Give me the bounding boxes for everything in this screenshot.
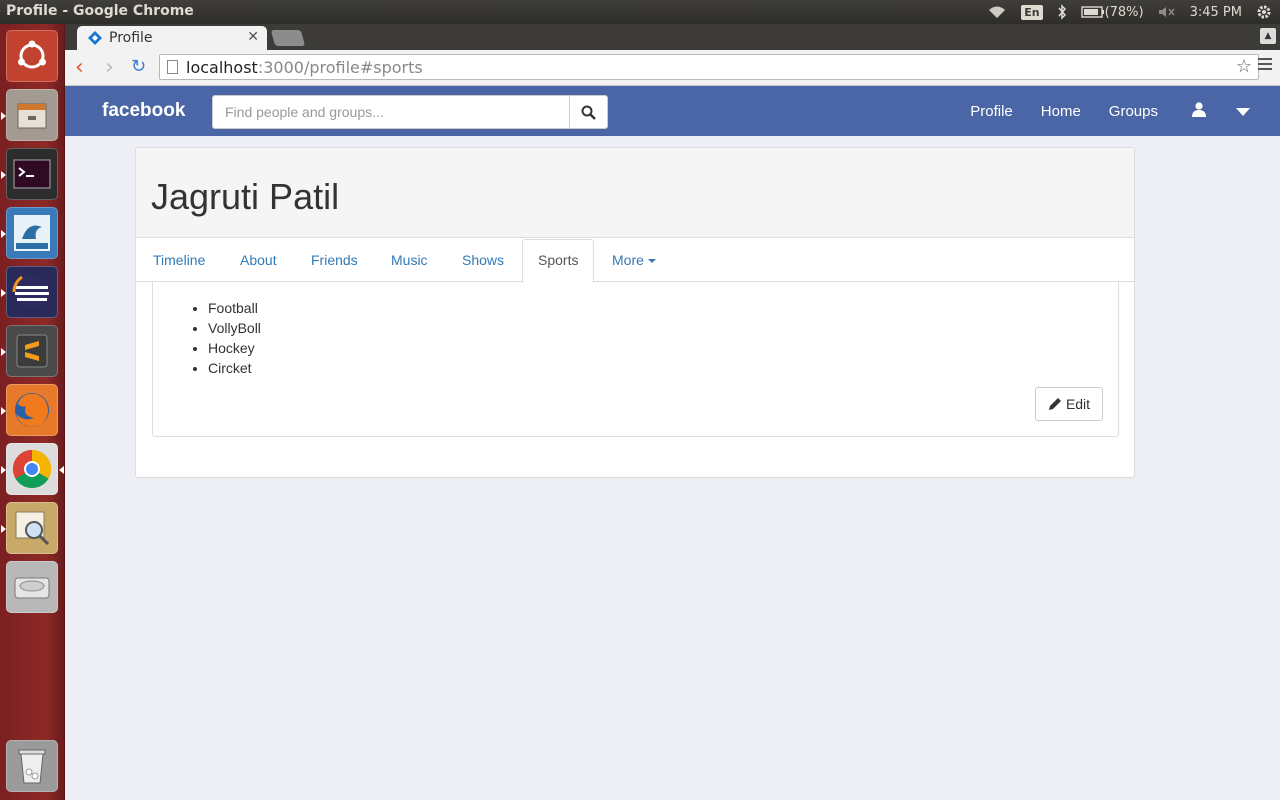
tab-title: Profile <box>109 30 153 46</box>
bookmark-star-icon[interactable]: ☆ <box>1236 56 1252 77</box>
tab-sports[interactable]: Sports <box>522 239 595 283</box>
google-chrome-icon[interactable] <box>1 443 64 495</box>
profile-header: Jagruti Patil <box>136 148 1134 238</box>
page-icon <box>167 60 178 74</box>
system-top-panel: Profile - Google Chrome En (78%) 3:45 PM <box>0 0 1280 24</box>
favicon-icon <box>88 31 102 45</box>
system-monitor-icon[interactable] <box>1 502 58 554</box>
disk-drive-icon[interactable] <box>6 561 58 613</box>
list-item: Hockey <box>208 338 261 358</box>
nav-link-home[interactable]: Home <box>1027 103 1095 120</box>
navbar-links: Profile Home Groups <box>956 86 1280 136</box>
brand-logo[interactable]: facebook <box>102 100 185 122</box>
tab-about[interactable]: About <box>240 238 277 282</box>
list-item: Circket <box>208 358 261 378</box>
session-gear-icon[interactable] <box>1256 4 1272 20</box>
bluetooth-icon[interactable] <box>1057 4 1067 20</box>
list-item: Football <box>208 298 261 318</box>
sublime-text-icon[interactable] <box>1 325 58 377</box>
site-navbar: facebook Profile Home Groups <box>65 86 1280 136</box>
unity-launcher <box>0 24 65 800</box>
new-tab-button[interactable] <box>270 30 306 46</box>
tab-shows[interactable]: Shows <box>462 238 504 282</box>
search-icon <box>581 105 596 120</box>
wifi-icon[interactable] <box>987 5 1007 19</box>
profile-tabs: Timeline About Friends Music Shows Sport… <box>136 238 1134 283</box>
firefox-icon[interactable] <box>1 384 58 436</box>
search-button[interactable] <box>569 95 608 129</box>
eclipse-icon[interactable] <box>1 266 58 318</box>
volume-muted-icon[interactable] <box>1158 5 1176 19</box>
caret-down-icon <box>647 259 656 264</box>
terminal-icon[interactable] <box>1 148 58 200</box>
profile-avatar-icon[interactable]: ▲ <box>1260 28 1276 44</box>
account-dropdown-caret-icon[interactable] <box>1222 103 1280 120</box>
system-tray: En (78%) 3:45 PM <box>987 0 1272 24</box>
list-item: VollyBoll <box>208 318 261 338</box>
keyboard-layout-indicator[interactable]: En <box>1021 4 1043 20</box>
search-input[interactable] <box>212 95 569 129</box>
nav-link-groups[interactable]: Groups <box>1095 103 1172 120</box>
battery-icon <box>1080 6 1104 18</box>
web-page: facebook Profile Home Groups <box>65 86 1280 800</box>
back-arrow-icon[interactable]: ‹ <box>75 56 84 80</box>
battery-percent: (78%) <box>1104 4 1144 20</box>
close-tab-icon[interactable]: ✕ <box>247 29 259 45</box>
tab-more[interactable]: More <box>612 238 656 282</box>
nav-link-profile[interactable]: Profile <box>956 103 1027 120</box>
tab-strip: Profile ✕ ▲ <box>65 24 1280 50</box>
user-icon[interactable] <box>1172 101 1222 121</box>
sports-tab-content: Football VollyBoll Hockey Circket Edit <box>152 282 1119 437</box>
window-title: Profile - Google Chrome <box>6 3 194 19</box>
profile-panel: Jagruti Patil Timeline About Friends Mus… <box>135 147 1135 478</box>
chrome-menu-icon[interactable] <box>1258 58 1272 73</box>
tab-music[interactable]: Music <box>391 238 428 282</box>
tab-timeline[interactable]: Timeline <box>153 238 205 282</box>
edit-button-label: Edit <box>1065 396 1091 412</box>
files-icon[interactable] <box>1 89 58 141</box>
search-form <box>212 95 608 129</box>
battery-indicator[interactable]: (78%) <box>1080 4 1144 20</box>
pencil-icon <box>1048 398 1061 410</box>
sports-list: Football VollyBoll Hockey Circket <box>208 298 261 378</box>
browser-toolbar: ‹ › ↻ localhost:3000/profile#sports ☆ <box>65 50 1280 86</box>
browser-window: Profile ✕ ▲ ‹ › ↻ localhost:3000/profile… <box>65 24 1280 800</box>
tab-friends[interactable]: Friends <box>311 238 358 282</box>
forward-arrow-icon[interactable]: › <box>105 56 114 80</box>
url-path: :3000/profile#sports <box>257 57 423 77</box>
profile-name: Jagruti Patil <box>151 176 340 217</box>
trash-icon[interactable] <box>6 740 58 792</box>
tab-more-label: More <box>612 252 644 268</box>
address-bar[interactable]: localhost:3000/profile#sports ☆ <box>159 54 1259 80</box>
browser-tab-profile[interactable]: Profile ✕ <box>77 26 267 50</box>
edit-button[interactable]: Edit <box>1035 387 1103 421</box>
mysql-workbench-icon[interactable] <box>1 207 58 259</box>
url-host: localhost <box>186 57 258 77</box>
ubuntu-dash-icon[interactable] <box>6 30 58 82</box>
clock[interactable]: 3:45 PM <box>1190 5 1242 20</box>
reload-icon[interactable]: ↻ <box>131 55 146 79</box>
